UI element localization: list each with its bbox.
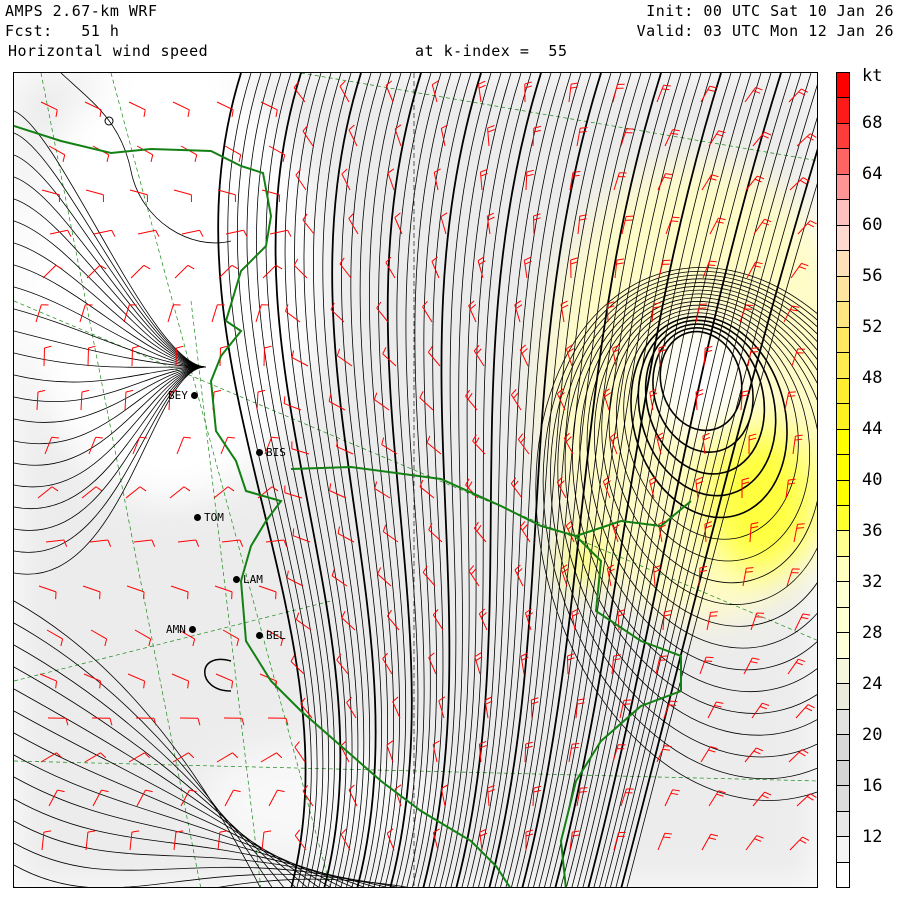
station-dot — [188, 626, 196, 633]
colorbar-label: 68 — [862, 113, 883, 133]
station-label: BEY — [168, 389, 188, 402]
colorbar-bin — [837, 353, 849, 379]
station-label: TOM — [204, 511, 224, 524]
colorbar-label: 52 — [862, 317, 883, 337]
colorbar-bin — [837, 658, 849, 685]
colorbar-bin — [837, 607, 849, 634]
colorbar-bin — [837, 251, 849, 277]
station-dot — [233, 576, 240, 583]
colorbar-bin — [837, 760, 849, 787]
station-marker: BEY — [168, 389, 198, 402]
station-marker: AMN — [166, 623, 196, 636]
colorbar-bin — [837, 73, 849, 99]
wind-speed-map: BEY BIS TOM LAM AMN BEL — [13, 72, 818, 888]
station-dot — [256, 632, 263, 639]
colorbar-bin — [837, 174, 849, 201]
colorbar-bin — [837, 302, 849, 328]
colorbar-bin — [837, 633, 849, 659]
colorbar-bin — [837, 837, 849, 863]
colorbar-label: 20 — [862, 725, 883, 745]
model-title: AMPS 2.67-km WRF — [5, 2, 158, 20]
station-marker: LAM — [233, 573, 263, 586]
colorbar-bin — [837, 505, 849, 532]
colorbar-bin — [837, 735, 849, 761]
station-marker: BIS — [256, 446, 286, 459]
colorbar-label: 60 — [862, 215, 883, 235]
colorbar-bin — [837, 480, 849, 506]
station-dot — [190, 392, 198, 399]
station-dot — [194, 514, 201, 521]
colorbar-label: 12 — [862, 827, 883, 847]
colorbar-bin — [837, 123, 849, 150]
colorbar-bin — [837, 531, 849, 557]
station-label: LAM — [243, 573, 263, 586]
map-canvas — [14, 73, 817, 887]
valid-time: Valid: 03 UTC Mon 12 Jan 26 — [636, 22, 894, 40]
colorbar-bin — [837, 149, 849, 175]
colorbar-label: 64 — [862, 164, 883, 184]
colorbar-bin — [837, 327, 849, 354]
station-label: BEL — [266, 629, 286, 642]
colorbar-label: 44 — [862, 419, 883, 439]
barb-shaft — [566, 655, 569, 675]
colorbar-bin — [837, 404, 849, 430]
forecast-hour: Fcst: 51 h — [5, 22, 120, 40]
colorbar-bin — [837, 786, 849, 812]
field-name: Horizontal wind speed — [8, 42, 209, 60]
colorbar-label: 48 — [862, 368, 883, 388]
colorbar-bin — [837, 684, 849, 710]
station-label: BIS — [266, 446, 286, 459]
colorbar-bin — [837, 225, 849, 252]
colorbar-bin — [837, 556, 849, 583]
colorbar-bin — [837, 200, 849, 226]
colorbar — [836, 72, 850, 888]
colorbar-bin — [837, 276, 849, 303]
colorbar-bin — [837, 378, 849, 405]
colorbar-bin — [837, 811, 849, 838]
station-dot — [256, 449, 263, 456]
colorbar-label: 36 — [862, 521, 883, 541]
colorbar-bin — [837, 455, 849, 481]
colorbar-units: kt — [862, 66, 883, 86]
colorbar-label: 32 — [862, 572, 883, 592]
station-marker: BEL — [256, 629, 286, 642]
colorbar-bin — [837, 98, 849, 124]
init-time: Init: 00 UTC Sat 10 Jan 26 — [646, 2, 894, 20]
station-marker: TOM — [194, 511, 224, 524]
colorbar-label: 40 — [862, 470, 883, 490]
colorbar-bin — [837, 429, 849, 456]
speed-shading — [14, 73, 817, 887]
level-label: at k-index = 55 — [415, 42, 568, 60]
barb-shaft — [530, 699, 533, 719]
colorbar-bin — [837, 582, 849, 608]
colorbar-label: 16 — [862, 776, 883, 796]
station-label: AMN — [166, 623, 186, 636]
barb-shaft — [524, 743, 527, 763]
shade-calm — [201, 741, 441, 861]
colorbar-label: 28 — [862, 623, 883, 643]
colorbar-bin — [837, 709, 849, 736]
colorbar-label: 24 — [862, 674, 883, 694]
colorbar-label: 56 — [862, 266, 883, 286]
colorbar-bin — [837, 862, 849, 887]
